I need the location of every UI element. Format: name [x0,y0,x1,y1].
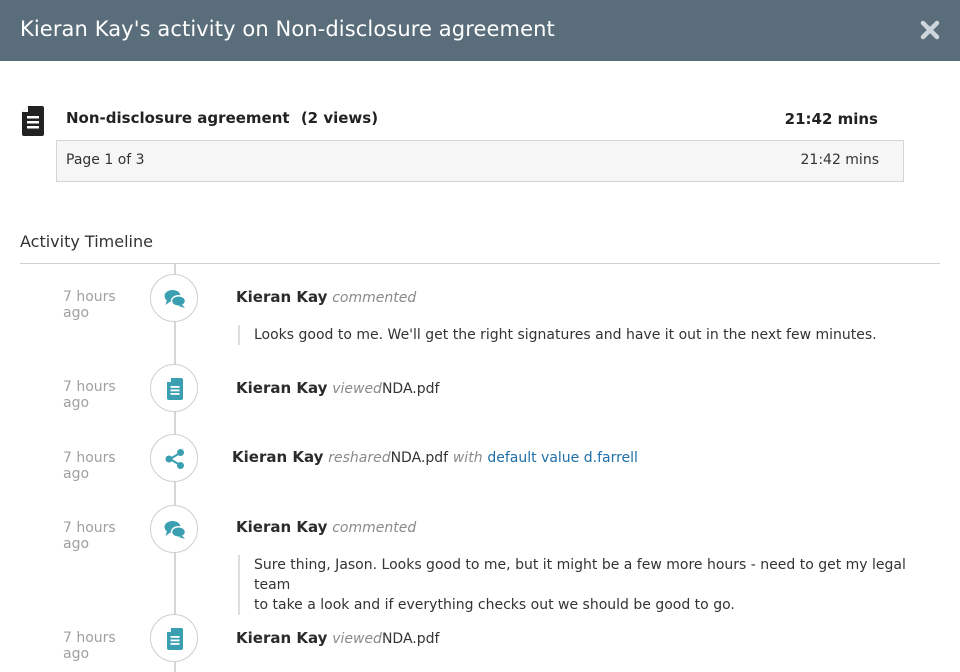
event-verb: commented [332,290,417,306]
document-title: Non-disclosure agreement (2 views) [66,109,378,127]
event-verb: viewed [332,631,382,647]
event-time: 7 hours ago [63,520,116,552]
document-icon [22,106,44,136]
event-recipient-link[interactable]: default value d.farrell [487,450,638,466]
event-icon-circle [150,274,198,322]
comments-icon [164,290,187,308]
document-total-time: 21:42 mins [784,110,878,128]
event-time: 7 hours ago [63,289,116,321]
modal-header: Kieran Kay's activity on Non-disclosure … [0,0,960,61]
event-icon-circle [150,505,198,553]
page-row: Page 1 of 3 21:42 mins [56,140,904,182]
activity-modal: Kieran Kay's activity on Non-disclosure … [0,0,960,672]
event-verb: commented [332,520,417,536]
event-user[interactable]: Kieran Kay [236,629,327,647]
event-user[interactable]: Kieran Kay [232,448,323,466]
comments-icon [164,521,187,539]
page-label: Page 1 of 3 [66,152,145,168]
event-user[interactable]: Kieran Kay [236,288,327,306]
event-with: with [452,450,483,466]
event-icon-circle [150,614,198,662]
event-icon-circle [150,434,198,482]
event-comment: Sure thing, Jason. Looks good to me, but… [238,555,934,615]
event-user[interactable]: Kieran Kay [236,379,327,397]
document-name: Non-disclosure agreement [66,109,290,127]
event-object[interactable]: NDA.pdf [391,450,449,466]
event-time: 7 hours ago [63,630,116,662]
modal-title: Kieran Kay's activity on Non-disclosure … [20,17,555,41]
event-time: 7 hours ago [63,379,116,411]
close-icon[interactable] [920,20,940,40]
event-comment-line: Sure thing, Jason. Looks good to me, but… [254,557,906,593]
event-user[interactable]: Kieran Kay [236,518,327,536]
event-verb: viewed [332,381,382,397]
event-text: Kieran Kay commented [236,518,416,536]
event-text: Kieran Kay commented [236,288,416,306]
event-comment: Looks good to me. We'll get the right si… [238,325,934,345]
document-icon [167,378,183,400]
share-icon [165,449,184,469]
document-views: (2 views) [300,109,379,127]
document-icon [167,628,183,650]
event-time: 7 hours ago [63,450,116,482]
event-text: Kieran Kay viewedNDA.pdf [236,629,439,647]
event-text: Kieran Kay viewedNDA.pdf [236,379,439,397]
page-time: 21:42 mins [800,152,880,168]
event-comment-line: to take a look and if everything checks … [254,597,735,613]
event-verb: reshared [328,450,391,466]
event-icon-circle [150,364,198,412]
timeline-title: Activity Timeline [20,232,153,251]
event-object[interactable]: NDA.pdf [382,381,440,397]
divider [20,263,940,264]
event-object[interactable]: NDA.pdf [382,631,440,647]
event-text: Kieran Kay resharedNDA.pdf with default … [232,448,638,466]
